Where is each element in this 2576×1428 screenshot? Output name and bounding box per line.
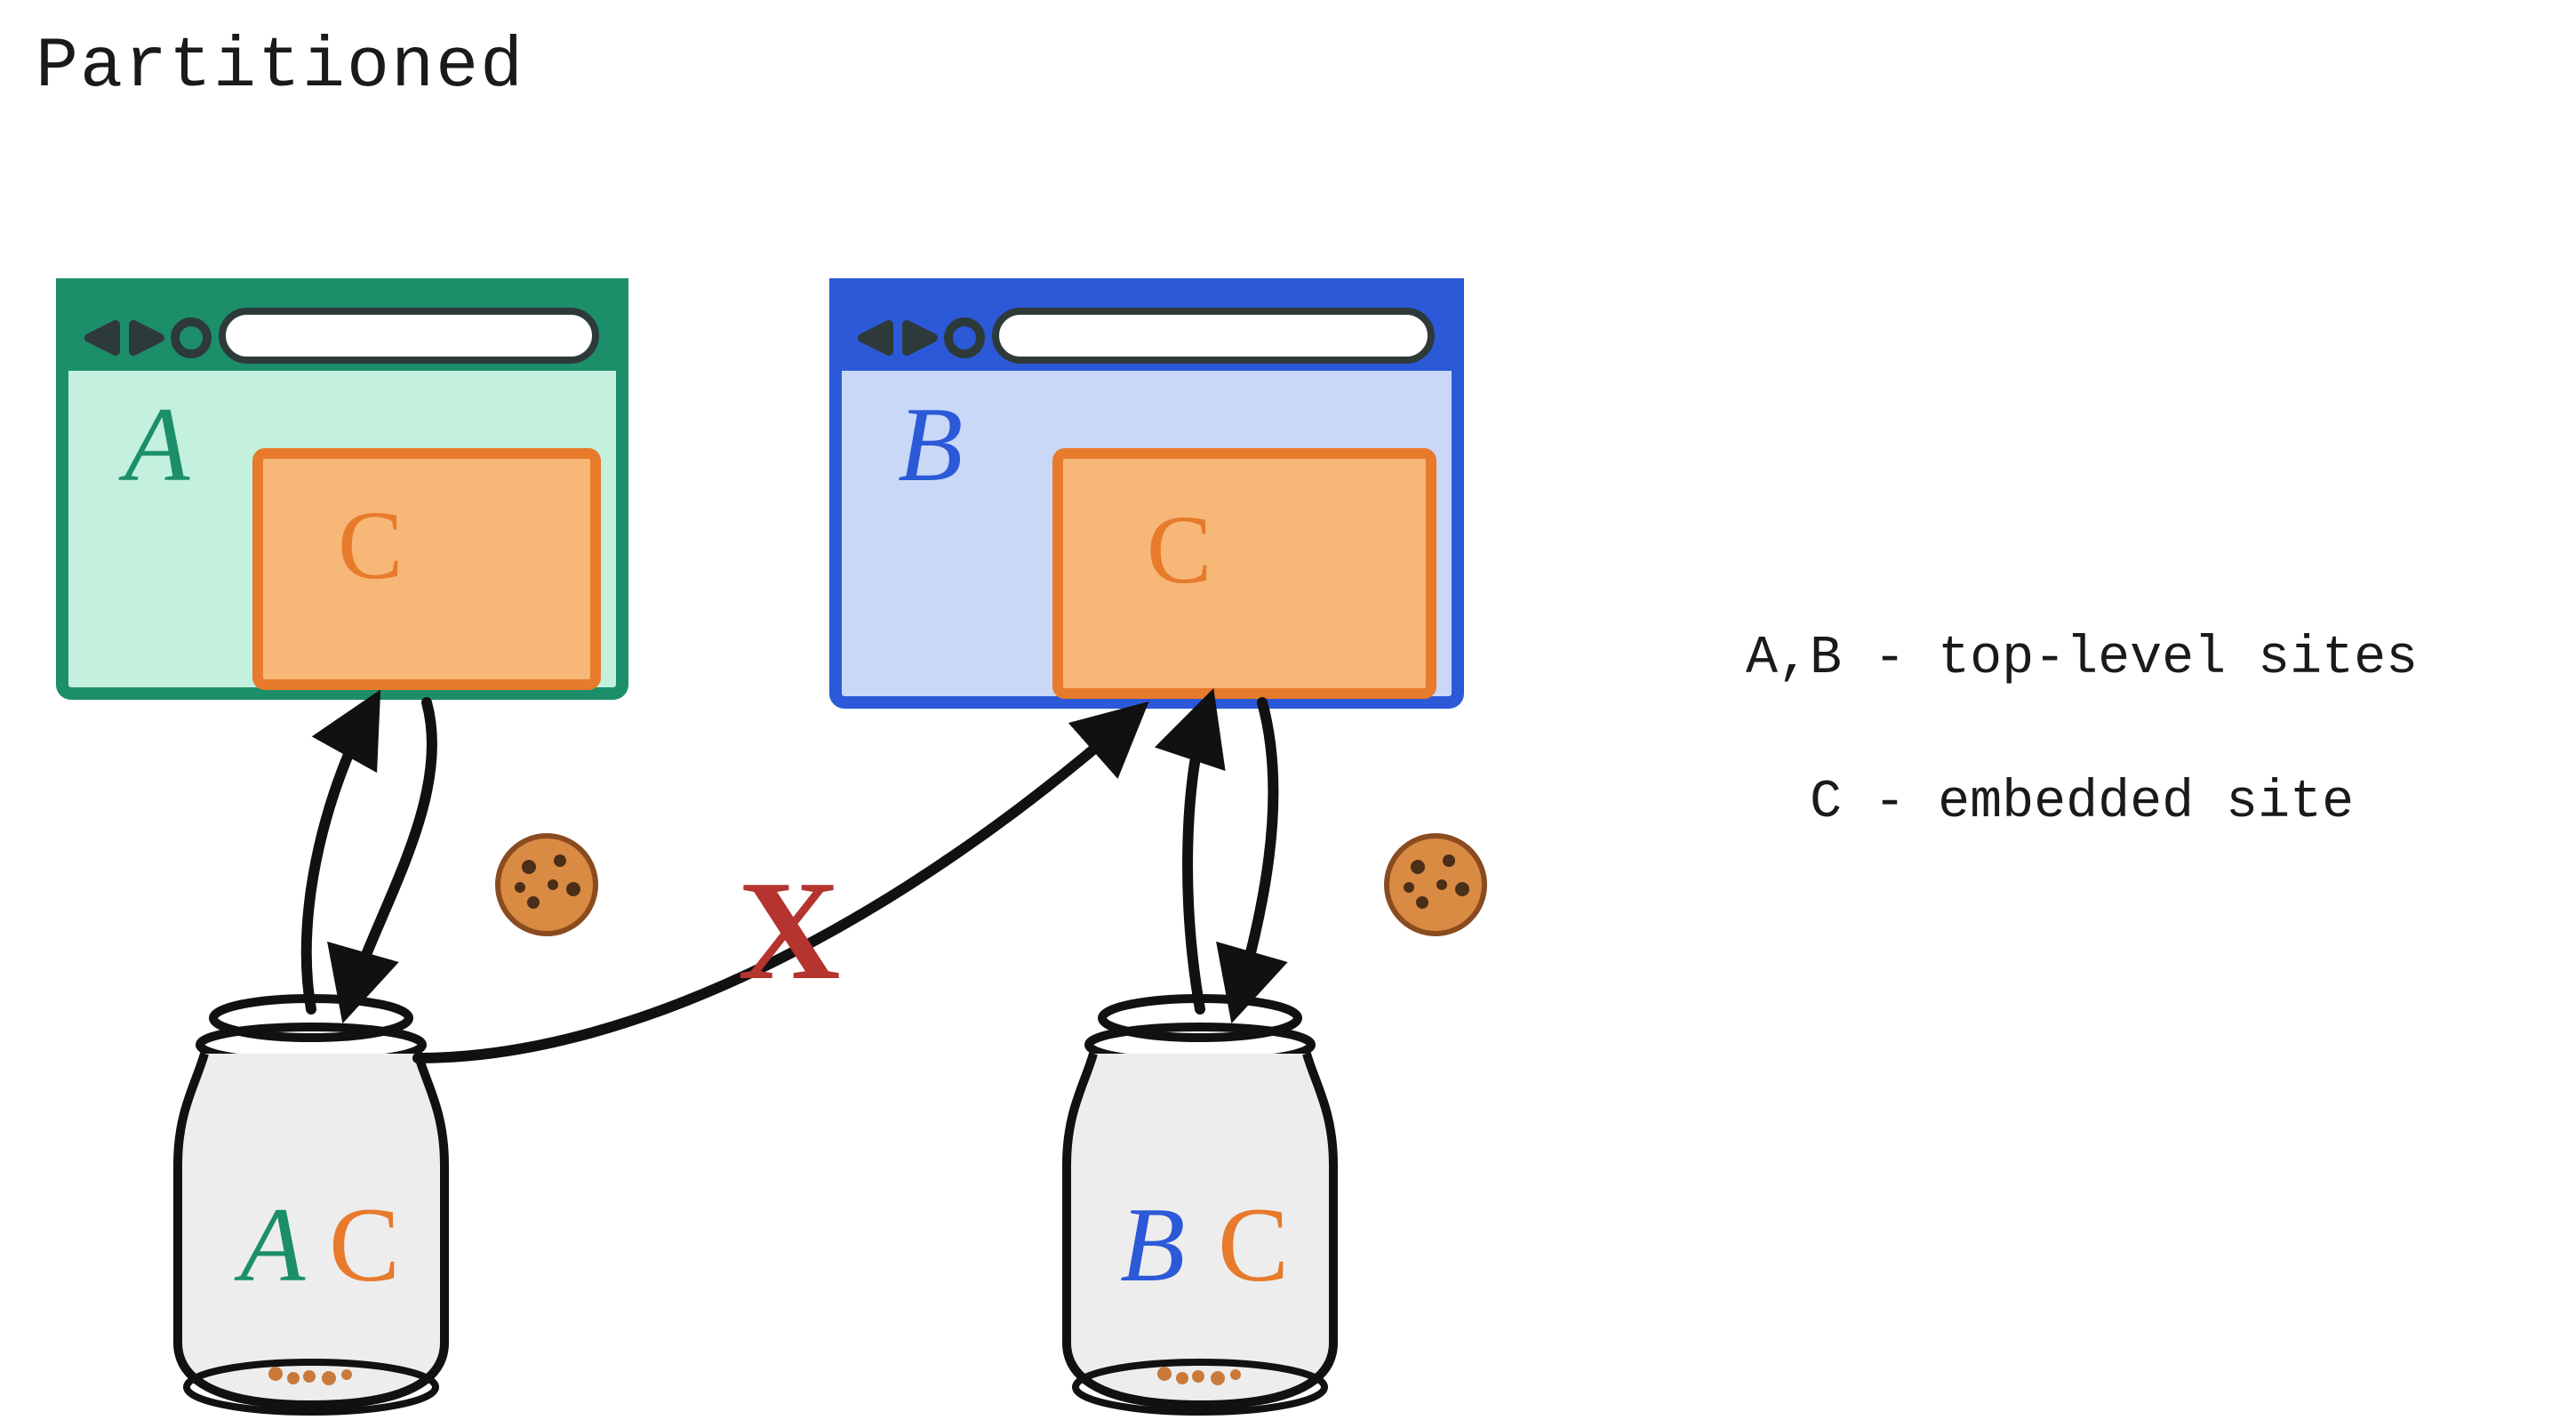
cookie-icon-a — [498, 836, 596, 934]
jar-b-label-1: B — [1120, 1185, 1185, 1304]
browser-b-embed-c: C — [1058, 453, 1431, 694]
browser-b: B C — [836, 285, 1458, 702]
browser-b-address-bar — [996, 311, 1431, 360]
jar-b-label-2: C — [1218, 1185, 1289, 1304]
browser-b-embed-label: C — [1147, 495, 1212, 604]
browser-a-address-bar — [222, 311, 596, 360]
jar-a-label-2: C — [329, 1185, 400, 1304]
diagram-canvas: A C B C — [0, 0, 2576, 1428]
browser-b-label: B — [898, 385, 963, 503]
cookie-icon-b — [1387, 836, 1484, 934]
arrow-jar-b-to-c — [1188, 702, 1273, 1009]
svg-text:X: X — [738, 851, 841, 1009]
browser-a-label: A — [118, 385, 190, 503]
browser-a-embed-c: C — [258, 453, 596, 685]
arrow-jar-a-to-c — [307, 702, 432, 1009]
browser-a-embed-label: C — [338, 491, 403, 599]
block-x-icon: X — [738, 851, 841, 1009]
browser-a: A C — [62, 285, 622, 694]
jar-a-label-1: A — [234, 1185, 306, 1304]
jar-b: B C — [1067, 999, 1333, 1412]
jar-a: A C — [178, 999, 444, 1412]
